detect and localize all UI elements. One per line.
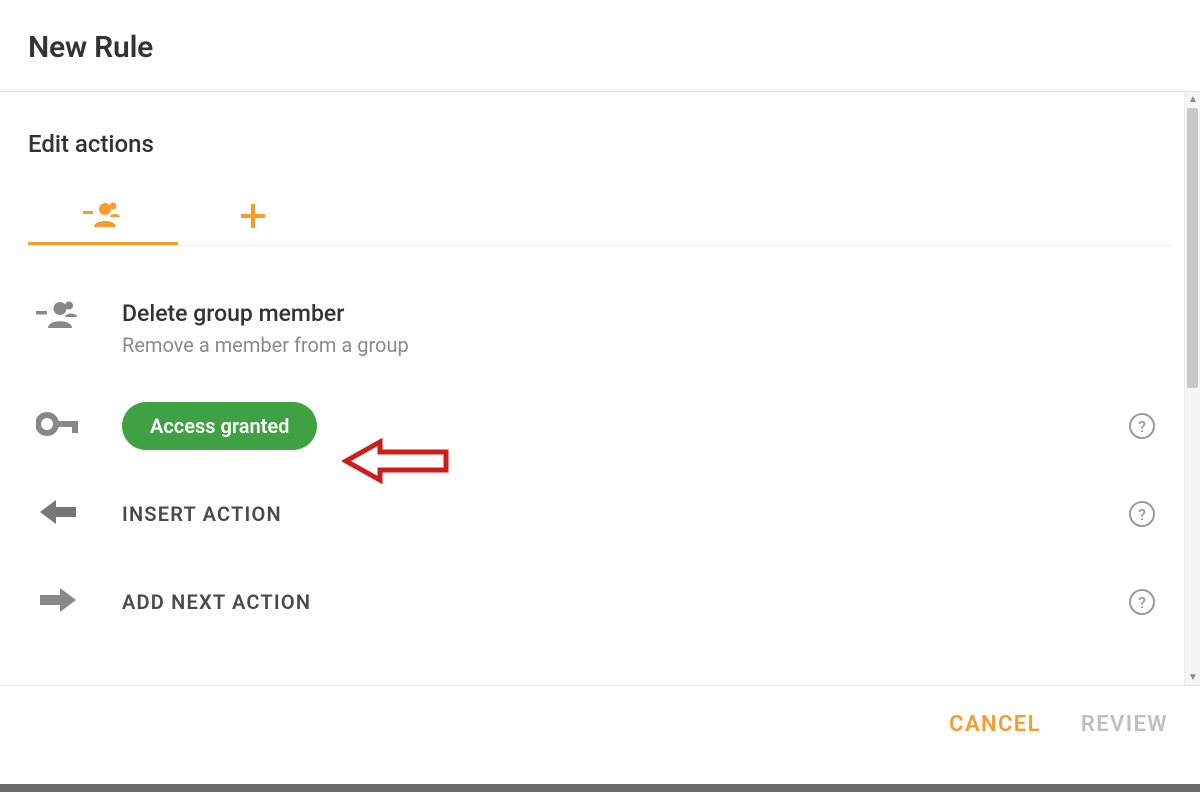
tab-add-action[interactable] xyxy=(178,191,328,245)
arrow-left-icon xyxy=(40,499,76,529)
arrow-right-icon xyxy=(40,587,76,617)
section-title: Edit actions xyxy=(0,92,1200,168)
help-icon[interactable]: ? xyxy=(1129,501,1155,527)
dialog-title: New Rule xyxy=(28,30,1200,65)
review-button[interactable]: REVIEW xyxy=(1081,712,1168,737)
plus-icon xyxy=(240,203,266,233)
scroll-down-icon[interactable]: ▼ xyxy=(1188,672,1198,683)
person-remove-icon xyxy=(83,201,123,233)
scroll-area: Edit actions xyxy=(0,92,1200,686)
add-next-action-label: ADD NEXT ACTION xyxy=(122,590,1078,614)
help-icon[interactable]: ? xyxy=(1129,413,1155,439)
cancel-button[interactable]: CANCEL xyxy=(949,712,1041,737)
dialog-footer: CANCEL REVIEW xyxy=(0,686,1200,737)
help-icon[interactable]: ? xyxy=(1129,589,1155,615)
key-icon xyxy=(36,412,80,440)
scroll-up-icon[interactable]: ▲ xyxy=(1188,94,1198,105)
action-list: Delete group member Remove a member from… xyxy=(28,294,1172,646)
tab-remove-member[interactable] xyxy=(28,191,178,245)
access-granted-chip[interactable]: Access granted xyxy=(122,402,317,450)
add-next-action-row[interactable]: ADD NEXT ACTION ? xyxy=(28,558,1172,646)
action-delete-group-member: Delete group member Remove a member from… xyxy=(28,294,1172,382)
access-row: Access granted ? xyxy=(28,382,1172,470)
action-subtitle: Remove a member from a group xyxy=(122,333,1078,357)
scrollbar-thumb[interactable] xyxy=(1187,108,1198,388)
person-remove-icon xyxy=(36,300,80,334)
scrollbar[interactable]: ▲ ▼ xyxy=(1184,92,1200,685)
insert-action-label: INSERT ACTION xyxy=(122,502,1078,526)
insert-action-row[interactable]: INSERT ACTION ? xyxy=(28,470,1172,558)
dialog-header: New Rule xyxy=(0,0,1200,91)
bottom-bar xyxy=(0,784,1200,792)
tabs xyxy=(28,192,1172,246)
action-title: Delete group member xyxy=(122,300,1078,327)
